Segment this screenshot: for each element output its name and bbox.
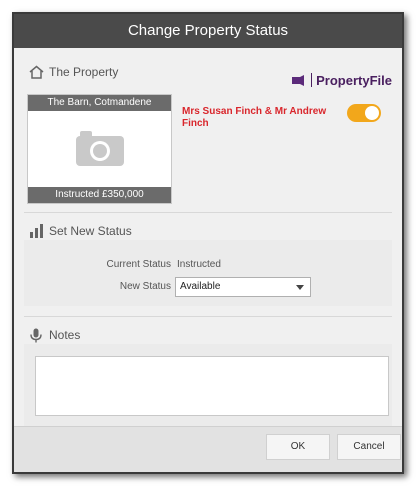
section-divider [24, 316, 392, 317]
current-status-label: Current Status [106, 259, 171, 270]
chevron-down-icon [296, 285, 304, 290]
status-section-title: Set New Status [49, 224, 132, 238]
brand-logo: PropertyFile [292, 72, 392, 88]
dialog-content: The Property PropertyFile The Barn, Cotm… [14, 48, 402, 426]
brand-name: PropertyFile [316, 72, 392, 88]
change-status-dialog: Change Property Status The Property Prop… [12, 12, 404, 474]
notes-section-header: Notes [28, 325, 80, 345]
microphone-icon [28, 327, 44, 343]
section-divider [24, 212, 392, 213]
brand-mark-icon [292, 74, 305, 86]
bar-chart-icon [28, 223, 44, 239]
new-status-dropdown[interactable]: Available [175, 277, 311, 297]
camera-icon [76, 131, 124, 166]
property-toggle[interactable] [347, 104, 381, 122]
new-status-selected: Available [180, 281, 221, 292]
current-status-value: Instructed [177, 259, 221, 270]
new-status-label: New Status [119, 281, 171, 292]
property-price: Instructed £350,000 [28, 187, 171, 203]
property-section-title: The Property [49, 65, 119, 79]
toggle-knob [365, 106, 379, 120]
home-icon [28, 64, 44, 80]
cancel-button[interactable]: Cancel [337, 434, 401, 460]
property-card[interactable]: The Barn, Cotmandene Instructed £350,000 [27, 94, 172, 204]
notes-section-title: Notes [49, 328, 81, 342]
property-name: The Barn, Cotmandene [28, 95, 171, 111]
owners-name: Mrs Susan Finch & Mr Andrew Finch [182, 106, 327, 129]
property-section-header: The Property [28, 62, 118, 82]
dialog-title: Change Property Status [14, 14, 402, 48]
dialog-footer: OK Cancel [14, 426, 402, 472]
status-section-header: Set New Status [28, 221, 132, 241]
notes-textarea[interactable] [35, 356, 389, 416]
ok-button[interactable]: OK [266, 434, 330, 460]
